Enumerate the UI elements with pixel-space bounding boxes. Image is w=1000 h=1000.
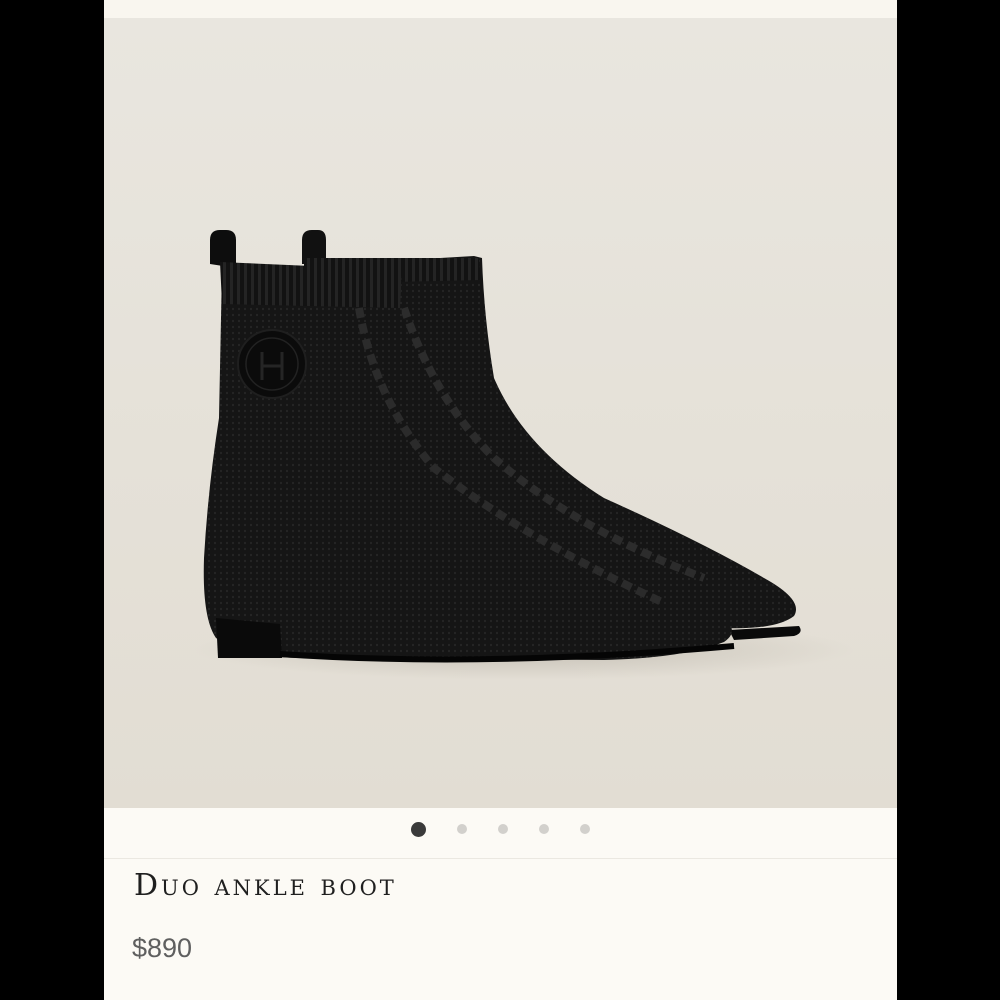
ankle-boot-pair-illustration bbox=[194, 230, 854, 680]
product-image[interactable] bbox=[104, 18, 897, 808]
letterbox-left bbox=[0, 0, 104, 1000]
top-strip bbox=[104, 0, 897, 18]
letterbox-right bbox=[897, 0, 1000, 1000]
carousel-dot-2[interactable] bbox=[457, 824, 467, 834]
carousel-dot-1[interactable] bbox=[411, 821, 426, 837]
product-screen: Duo ankle boot $890 bbox=[104, 0, 897, 1000]
product-price: $890 bbox=[132, 933, 193, 963]
divider bbox=[104, 858, 897, 859]
carousel-dot-4[interactable] bbox=[539, 824, 549, 834]
carousel-dot-5[interactable] bbox=[580, 824, 590, 834]
product-title: Duo ankle boot bbox=[134, 868, 397, 903]
carousel-dot-3[interactable] bbox=[498, 824, 508, 834]
carousel-dots bbox=[104, 808, 897, 850]
